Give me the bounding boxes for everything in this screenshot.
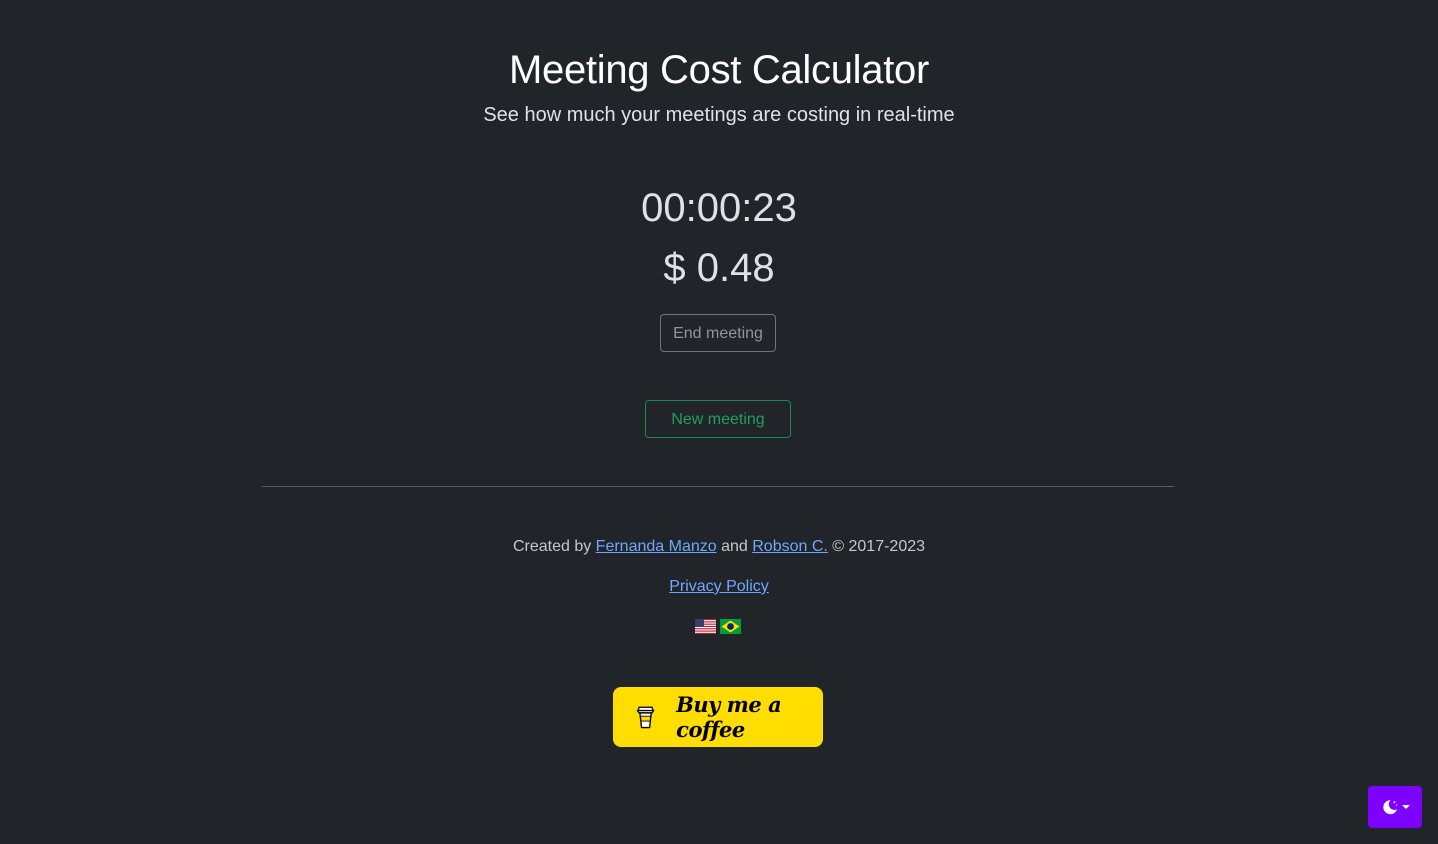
us-flag-icon[interactable]: [695, 619, 716, 634]
coffee-label: Buy me a coffee: [676, 692, 782, 742]
copyright-text: © 2017-2023: [827, 538, 926, 555]
author-link-robson[interactable]: Robson C.: [752, 538, 828, 555]
privacy-policy-link[interactable]: Privacy Policy: [669, 578, 769, 595]
privacy-row: Privacy Policy: [0, 577, 1438, 597]
chevron-down-icon: [1401, 805, 1410, 809]
meeting-cost: $ 0.48: [663, 246, 775, 290]
end-meeting-button[interactable]: End meeting: [660, 314, 776, 352]
brazil-flag-icon[interactable]: [720, 619, 741, 634]
theme-toggle-button[interactable]: [1368, 786, 1422, 828]
page-subtitle: See how much your meetings are costing i…: [483, 104, 955, 126]
credits-prefix: Created by: [512, 538, 596, 555]
credits: Created by Fernanda Manzo and Robson C. …: [0, 537, 1438, 557]
language-flags: [695, 619, 743, 635]
buy-me-a-coffee-button[interactable]: Buy me a coffee: [613, 687, 823, 747]
author-link-fernanda[interactable]: Fernanda Manzo: [596, 538, 717, 555]
moon-icon: [1382, 800, 1397, 815]
elapsed-timer: 00:00:23: [641, 186, 797, 230]
coffee-cup-icon: [636, 706, 655, 729]
page: Meeting Cost Calculator See how much you…: [0, 0, 1438, 844]
credits-and: and: [716, 538, 753, 555]
divider: [262, 486, 1174, 487]
page-title: Meeting Cost Calculator: [509, 48, 929, 92]
new-meeting-button[interactable]: New meeting: [645, 400, 791, 438]
